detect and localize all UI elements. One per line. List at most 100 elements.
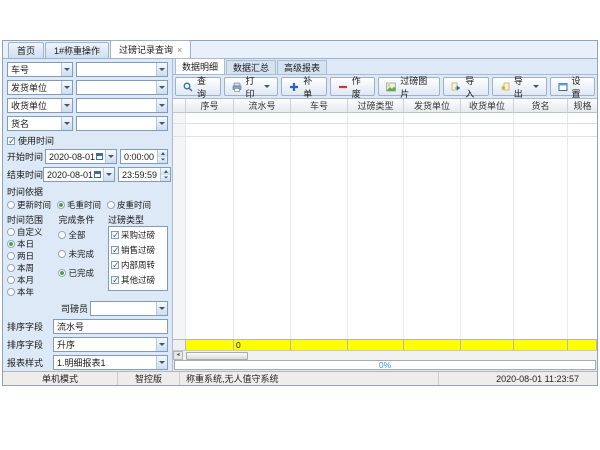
column-header[interactable]: 流水号 xyxy=(234,99,291,113)
filter-row: 车号 xyxy=(7,62,168,77)
settings-icon xyxy=(558,82,568,92)
grid-header: 序号 流水号 车号 过磅类型 发货单位 收货单位 货名 规格 xyxy=(173,99,597,113)
time-range-group: 时间范围 自定义 本日 两日 本周 本月 本年 xyxy=(7,213,58,298)
receiver-field-combo[interactable]: 收货单位 xyxy=(7,98,73,113)
use-time-checkbox[interactable] xyxy=(7,137,15,145)
close-icon[interactable]: × xyxy=(177,46,182,54)
end-time-spinner[interactable]: 23:59:59 xyxy=(118,167,171,182)
shipper-field-combo[interactable]: 发货单位 xyxy=(7,80,73,95)
weigh-type-listbox[interactable]: 采购过磅 销售过磅 内部周转 其他过磅 xyxy=(108,226,168,291)
check-other[interactable]: 其他过磅 xyxy=(111,274,166,286)
goods-field-combo[interactable]: 货名 xyxy=(7,116,73,131)
spinner-buttons[interactable] xyxy=(160,168,170,181)
print-button[interactable]: 打印 xyxy=(224,77,279,96)
radio-unfinished[interactable]: 未完成 xyxy=(58,248,108,260)
chevron-down-icon[interactable] xyxy=(156,117,167,130)
chevron-down-icon[interactable] xyxy=(61,99,72,112)
settings-button[interactable]: 设置 xyxy=(550,77,596,96)
status-mode: 单机模式 xyxy=(3,372,118,385)
radio-finished[interactable]: 已完成 xyxy=(58,267,108,279)
horizontal-scrollbar[interactable]: ◂ xyxy=(173,350,597,360)
search-icon xyxy=(183,82,193,92)
vehicle-no-value-combo[interactable] xyxy=(76,62,168,77)
import-button[interactable]: 导入 xyxy=(443,77,489,96)
supplement-order-button[interactable]: 补单 xyxy=(281,77,327,96)
column-header[interactable]: 发货单位 xyxy=(404,99,461,113)
filter-row: 发货单位 xyxy=(7,80,168,95)
printer-icon xyxy=(232,82,242,92)
chevron-down-icon xyxy=(533,85,539,88)
filter-row: 货名 xyxy=(7,116,168,131)
chevron-down-icon[interactable] xyxy=(156,81,167,94)
void-button[interactable]: 作废 xyxy=(330,77,376,96)
image-icon xyxy=(386,82,396,92)
tab-advanced-report[interactable]: 高级报表 xyxy=(277,60,327,74)
column-header[interactable]: 规格 xyxy=(568,99,597,113)
chevron-down-icon[interactable] xyxy=(61,117,72,130)
weigh-type-group: 过磅类型 采购过磅 销售过磅 内部周转 其他过磅 xyxy=(108,213,168,298)
status-datetime: 2020-08-01 11:23:57 xyxy=(439,372,597,385)
tab-weigh-record-query[interactable]: 过磅记录查询 × xyxy=(110,40,191,58)
column-header[interactable]: 收货单位 xyxy=(461,99,514,113)
chevron-down-icon[interactable] xyxy=(61,81,72,94)
export-button[interactable]: 导出 xyxy=(492,77,547,96)
chevron-down-icon[interactable] xyxy=(156,356,167,369)
radio-tare-time[interactable]: 皮重时间 xyxy=(107,199,151,211)
end-date-picker[interactable]: 2020-08-01 xyxy=(43,167,115,182)
chevron-down-icon[interactable] xyxy=(103,168,114,181)
tab-data-summary[interactable]: 数据汇总 xyxy=(226,60,276,74)
radio-all[interactable]: 全部 xyxy=(58,229,108,241)
tab-home[interactable]: 首页 xyxy=(8,42,44,58)
filter-panel: 车号 发货单位 收货单位 xyxy=(3,59,173,371)
calendar-icon xyxy=(96,153,103,160)
shipper-value-combo[interactable] xyxy=(76,80,168,95)
chevron-down-icon[interactable] xyxy=(156,338,167,351)
completion-group: 完成条件 全部 未完成 已完成 xyxy=(58,213,108,298)
radio-this-week[interactable]: 本周 xyxy=(7,262,58,274)
radio-today[interactable]: 本日 xyxy=(7,238,58,250)
column-header[interactable]: 序号 xyxy=(186,99,234,113)
vehicle-no-field-combo[interactable]: 车号 xyxy=(7,62,73,77)
sort-field-input[interactable]: 流水号 xyxy=(53,319,168,334)
chevron-down-icon[interactable] xyxy=(61,63,72,76)
filter-row: 收货单位 xyxy=(7,98,168,113)
check-internal[interactable]: 内部周转 xyxy=(111,259,166,271)
weigh-image-button[interactable]: 过磅图片 xyxy=(378,77,440,96)
check-purchase[interactable]: 采购过磅 xyxy=(111,229,166,241)
summary-row: 0 xyxy=(173,339,597,350)
minus-icon xyxy=(338,82,348,92)
start-date-picker[interactable]: 2020-08-01 xyxy=(45,149,117,164)
status-edition: 智控版 xyxy=(118,372,180,385)
tab-data-detail[interactable]: 数据明细 xyxy=(175,58,225,74)
sort-order-combo[interactable]: 升序 xyxy=(53,337,168,352)
check-sale[interactable]: 销售过磅 xyxy=(111,244,166,256)
status-system-name: 称重系统,无人值守系统 xyxy=(180,372,439,385)
radio-two-days[interactable]: 两日 xyxy=(7,250,58,262)
chevron-down-icon[interactable] xyxy=(105,150,116,163)
column-header[interactable]: 车号 xyxy=(291,99,348,113)
chevron-down-icon[interactable] xyxy=(156,302,167,315)
grid-body xyxy=(173,113,597,339)
radio-update-time[interactable]: 更新时间 xyxy=(7,199,51,211)
report-style-combo[interactable]: 1.明细报表1 xyxy=(53,355,168,370)
chevron-down-icon[interactable] xyxy=(156,63,167,76)
radio-this-month[interactable]: 本月 xyxy=(7,274,58,286)
app-window: 首页 1#称重操作 过磅记录查询 × 车号 发货单位 xyxy=(2,40,598,386)
column-header[interactable]: 过磅类型 xyxy=(348,99,404,113)
receiver-value-combo[interactable] xyxy=(76,98,168,113)
radio-gross-time[interactable]: 毛重时间 xyxy=(57,199,101,211)
scroll-left-icon[interactable]: ◂ xyxy=(173,351,183,360)
weigher-combo[interactable] xyxy=(90,301,168,316)
radio-this-year[interactable]: 本年 xyxy=(7,286,58,298)
goods-value-combo[interactable] xyxy=(76,116,168,131)
export-icon xyxy=(500,82,510,92)
scrollbar-thumb[interactable] xyxy=(186,352,248,360)
query-button[interactable]: 查询 xyxy=(175,77,221,96)
start-time-spinner[interactable]: 0:00:00 xyxy=(120,149,168,164)
radio-custom[interactable]: 自定义 xyxy=(7,226,58,238)
plus-icon xyxy=(289,82,299,92)
spinner-buttons[interactable] xyxy=(157,150,167,163)
column-header[interactable]: 货名 xyxy=(514,99,568,113)
chevron-down-icon[interactable] xyxy=(156,99,167,112)
tab-weighing-operation[interactable]: 1#称重操作 xyxy=(45,42,109,58)
